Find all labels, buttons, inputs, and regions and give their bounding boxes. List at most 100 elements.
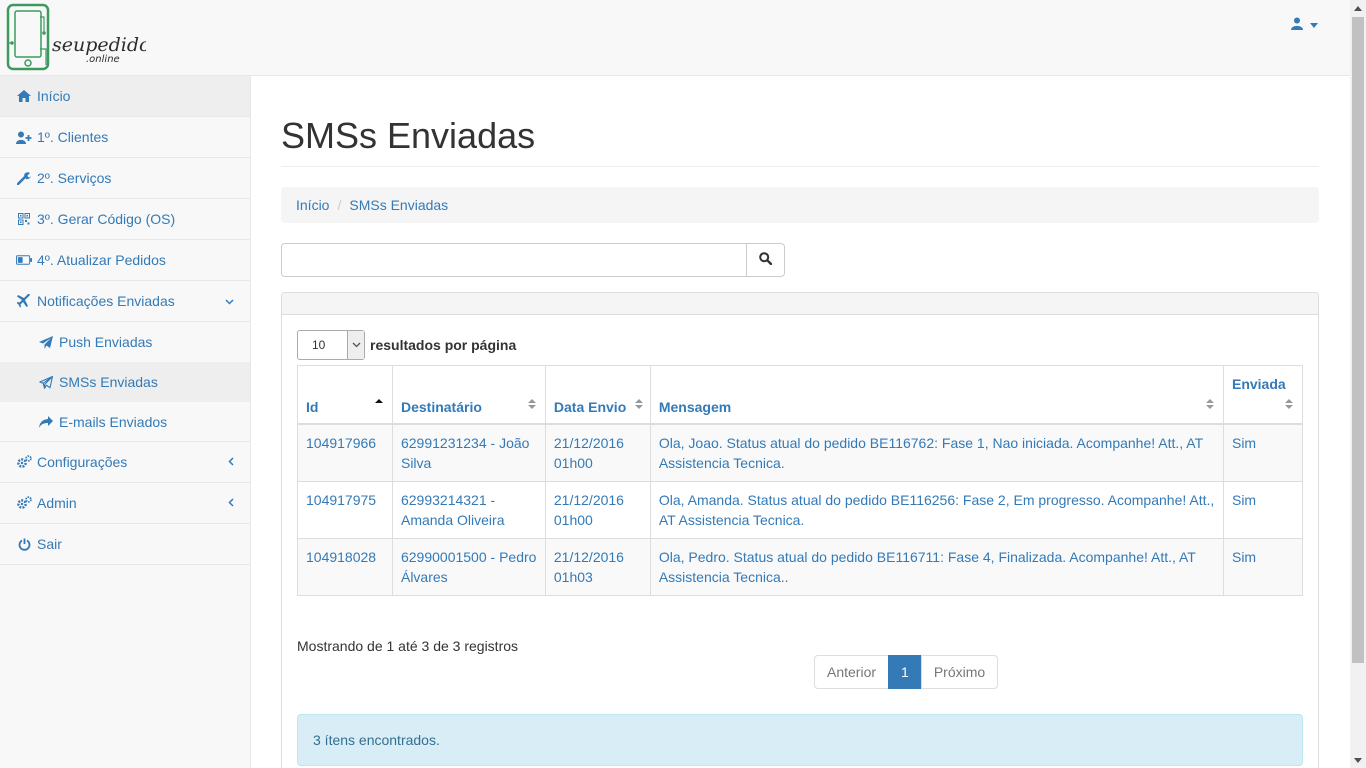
table-header-row: Id Destinatário Data Envio Mensagem Envi… bbox=[297, 365, 1304, 425]
cell-destinatario: 62990001500 - Pedro Álvares bbox=[391, 537, 546, 596]
page-length-control: 10 resultados por página bbox=[297, 330, 516, 360]
sidebar-item-label: Início bbox=[37, 88, 71, 104]
table-info: Mostrando de 1 até 3 de 3 registros bbox=[297, 638, 519, 654]
qrcode-icon bbox=[16, 211, 32, 227]
sidebar-item-label: Notificações Enviadas bbox=[37, 293, 175, 309]
column-header-enviada[interactable]: Enviada bbox=[1222, 365, 1304, 425]
user-menu-toggle[interactable] bbox=[1291, 17, 1318, 33]
cogs-icon bbox=[16, 495, 32, 511]
chevron-left-icon bbox=[228, 455, 234, 469]
sidebar-item-clientes[interactable]: 1º. Clientes bbox=[0, 117, 250, 158]
sidebar-item-label: 4º. Atualizar Pedidos bbox=[37, 252, 166, 268]
cell-id: 104917966 bbox=[297, 423, 393, 482]
results-alert: 3 ítens encontrados. bbox=[297, 714, 1303, 766]
cell-id: 104917975 bbox=[297, 480, 393, 539]
breadcrumb-home-link[interactable]: Início bbox=[296, 197, 329, 213]
cell-data-envio: 21/12/2016 01h00 bbox=[544, 480, 651, 539]
sort-icon bbox=[634, 398, 643, 409]
wrench-icon bbox=[16, 170, 32, 186]
main-content: SMSs Enviadas Início / SMSs Enviadas 10 … bbox=[251, 76, 1350, 768]
breadcrumb-separator: / bbox=[337, 197, 342, 213]
sidebar-item-label: 3º. Gerar Código (OS) bbox=[37, 211, 176, 227]
page-title: SMSs Enviadas bbox=[281, 115, 536, 156]
sidebar-item-configuracoes[interactable]: Configurações bbox=[0, 442, 250, 483]
pagination: Anterior 1 Próximo bbox=[814, 655, 999, 689]
sidebar-item-label: Admin bbox=[37, 495, 77, 511]
sms-table: Id Destinatário Data Envio Mensagem Envi… bbox=[297, 365, 1304, 596]
pagination-next-button[interactable]: Próximo bbox=[920, 655, 999, 689]
scroll-up-arrow-icon[interactable] bbox=[1350, 0, 1366, 16]
send-outline-icon bbox=[38, 374, 54, 390]
breadcrumb: Início / SMSs Enviadas bbox=[281, 187, 1319, 223]
column-header-label: Id bbox=[306, 398, 319, 415]
page-header: SMSs Enviadas bbox=[281, 116, 1319, 167]
cell-data-envio: 21/12/2016 01h03 bbox=[544, 537, 651, 596]
cell-enviada: Sim bbox=[1222, 537, 1304, 596]
sort-icon bbox=[1205, 398, 1214, 409]
results-panel: 10 resultados por página Id Destinatário… bbox=[281, 292, 1319, 768]
sidebar-item-smss-enviadas[interactable]: SMSs Enviadas bbox=[0, 362, 250, 402]
scrollbar-thumb[interactable] bbox=[1352, 17, 1364, 663]
sidebar-item-label: 2º. Serviços bbox=[37, 170, 112, 186]
sidebar-item-servicos[interactable]: 2º. Serviços bbox=[0, 158, 250, 199]
sidebar-submenu-notificacoes: Push Enviadas SMSs Enviadas E-mails Envi… bbox=[0, 322, 250, 442]
battery-icon bbox=[16, 252, 32, 268]
sidebar-item-atualizar-pedidos[interactable]: 4º. Atualizar Pedidos bbox=[0, 240, 250, 281]
column-header-label: Data Envio bbox=[553, 398, 627, 415]
user-plus-icon bbox=[16, 129, 32, 145]
logo-text: seupedido bbox=[52, 34, 146, 56]
cell-enviada: Sim bbox=[1222, 480, 1304, 539]
column-header-mensagem[interactable]: Mensagem bbox=[649, 365, 1224, 425]
page-length-select[interactable]: 10 bbox=[297, 330, 365, 360]
sidebar-item-emails-enviados[interactable]: E-mails Enviados bbox=[0, 402, 250, 442]
pagination-prev-button[interactable]: Anterior bbox=[814, 655, 890, 689]
breadcrumb-current: SMSs Enviadas bbox=[349, 197, 449, 213]
scroll-down-arrow-icon[interactable] bbox=[1350, 752, 1366, 768]
column-header-data-envio[interactable]: Data Envio bbox=[544, 365, 651, 425]
search-button[interactable] bbox=[747, 243, 785, 277]
cell-mensagem: Ola, Pedro. Status atual do pedido BE116… bbox=[649, 537, 1224, 596]
search-input[interactable] bbox=[281, 243, 747, 277]
sidebar-item-label: 1º. Clientes bbox=[37, 129, 109, 145]
logo-subtext: .online bbox=[86, 54, 120, 65]
sidebar-item-admin[interactable]: Admin bbox=[0, 483, 250, 524]
cell-enviada: Sim bbox=[1222, 423, 1304, 482]
sidebar-item-sair[interactable]: Sair bbox=[0, 524, 250, 565]
sort-icon bbox=[1285, 398, 1293, 409]
search-icon bbox=[759, 252, 773, 268]
cell-destinatario: 62993214321 - Amanda Oliveira bbox=[391, 480, 546, 539]
sidebar-item-label: Configurações bbox=[37, 454, 128, 470]
table-row[interactable]: 104917966 62991231234 - João Silva 21/12… bbox=[297, 423, 1304, 482]
top-navbar: seupedido .online bbox=[0, 0, 1350, 76]
page-length-value: 10 bbox=[312, 338, 326, 352]
sidebar-item-gerar-codigo[interactable]: 3º. Gerar Código (OS) bbox=[0, 199, 250, 240]
chevron-down-icon bbox=[225, 294, 234, 308]
sidebar-item-label: Push Enviadas bbox=[59, 334, 153, 350]
search-bar bbox=[281, 243, 785, 277]
sidebar-item-push-enviadas[interactable]: Push Enviadas bbox=[0, 322, 250, 362]
cell-mensagem: Ola, Amanda. Status atual do pedido BE11… bbox=[649, 480, 1224, 539]
chevron-down-icon bbox=[347, 331, 364, 359]
power-icon bbox=[16, 536, 32, 552]
pagination-page-button[interactable]: 1 bbox=[888, 655, 922, 689]
column-header-label: Mensagem bbox=[658, 398, 732, 415]
sidebar-item-label: SMSs Enviadas bbox=[59, 374, 158, 390]
sidebar-item-notificacoes[interactable]: Notificações Enviadas bbox=[0, 281, 250, 322]
cell-data-envio: 21/12/2016 01h00 bbox=[544, 423, 651, 482]
table-row[interactable]: 104918028 62990001500 - Pedro Álvares 21… bbox=[297, 537, 1304, 596]
column-header-id[interactable]: Id bbox=[297, 365, 393, 425]
column-header-destinatario[interactable]: Destinatário bbox=[391, 365, 546, 425]
sort-icon bbox=[527, 398, 536, 409]
send-icon bbox=[38, 334, 54, 350]
cell-id: 104918028 bbox=[297, 537, 393, 596]
sidebar-item-inicio[interactable]: Início bbox=[0, 76, 250, 117]
brand-logo[interactable]: seupedido .online bbox=[6, 3, 150, 71]
home-icon bbox=[16, 88, 32, 104]
page-length-label: resultados por página bbox=[370, 337, 517, 353]
page-scrollbar[interactable] bbox=[1350, 0, 1366, 768]
column-header-label: Enviada bbox=[1231, 376, 1286, 392]
panel-heading bbox=[282, 293, 1318, 315]
cell-destinatario: 62991231234 - João Silva bbox=[391, 423, 546, 482]
cell-mensagem: Ola, Joao. Status atual do pedido BE1167… bbox=[649, 423, 1224, 482]
table-row[interactable]: 104917975 62993214321 - Amanda Oliveira … bbox=[297, 480, 1304, 539]
